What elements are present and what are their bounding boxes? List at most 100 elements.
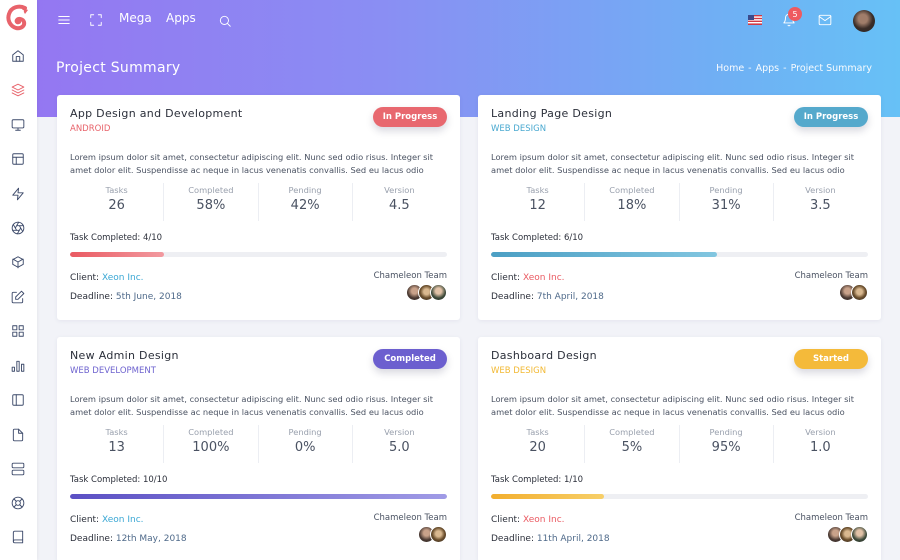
progress-fill: [491, 494, 605, 499]
stat-completed: Completed 100%: [163, 425, 257, 463]
stat-completed: Completed 18%: [584, 183, 678, 221]
sidebar-item-box[interactable]: [9, 253, 27, 271]
deadline-info: Deadline: 11th April, 2018: [491, 534, 610, 544]
team-member-avatar[interactable]: [851, 526, 868, 543]
client-link[interactable]: Xeon Inc.: [102, 273, 144, 283]
deadline-label: Deadline:: [70, 534, 113, 544]
client-info: Client: Xeon Inc.: [491, 273, 565, 283]
stat-label: Version: [805, 427, 836, 437]
client-link[interactable]: Xeon Inc.: [102, 515, 144, 525]
task-completed-label: Task Completed: 1/10: [491, 475, 584, 485]
project-description: Lorem ipsum dolor sit amet, consectetur …: [70, 152, 434, 175]
deadline-value: 12th May, 2018: [115, 534, 187, 544]
chameleon-logo[interactable]: [5, 4, 31, 32]
us-flag-icon[interactable]: [748, 15, 762, 25]
team-member-avatar[interactable]: [851, 284, 868, 301]
task-progress-bar: [70, 494, 447, 499]
fullscreen-icon: [90, 14, 102, 26]
project-description: Lorem ipsum dolor sit amet, consectetur …: [491, 152, 855, 175]
project-stats: Tasks 12 Completed 18% Pending 31% Versi…: [491, 183, 867, 221]
team-member-avatar[interactable]: [430, 526, 447, 543]
sidebar-item-book[interactable]: [9, 528, 27, 546]
stat-pending: Pending 31%: [678, 183, 773, 221]
sidebar-item-zap[interactable]: [9, 185, 27, 203]
sidebar-item-file[interactable]: [9, 426, 27, 444]
sidebar-item-sidebar[interactable]: [9, 391, 27, 409]
stat-value: 1.0: [810, 440, 831, 455]
project-title[interactable]: Dashboard Design: [491, 349, 597, 362]
stat-tasks: Tasks 12: [491, 183, 584, 221]
stat-version: Version 3.5: [772, 183, 867, 221]
sidebar-item-edit[interactable]: [9, 288, 27, 306]
stat-tasks: Tasks 26: [70, 183, 163, 221]
stat-value: 100%: [192, 440, 230, 455]
team-avatars: [406, 284, 447, 301]
menu-toggle-button[interactable]: [56, 12, 72, 28]
stat-value: 0%: [294, 440, 316, 455]
sidebar-item-layout[interactable]: [9, 150, 27, 168]
nav-link-apps[interactable]: Apps: [166, 11, 196, 25]
client-info: Client: Xeon Inc.: [70, 515, 144, 525]
book-icon: [12, 530, 24, 544]
project-status-badge[interactable]: In Progress: [373, 107, 447, 127]
sidebar-item-support[interactable]: [9, 494, 27, 512]
team-name: Chameleon Team: [794, 271, 868, 281]
project-title[interactable]: Landing Page Design: [491, 107, 612, 120]
stat-pending: Pending 0%: [257, 425, 352, 463]
stat-pending: Pending 42%: [257, 183, 352, 221]
project-status-badge[interactable]: Started: [794, 349, 868, 369]
stat-version: Version 1.0: [772, 425, 867, 463]
team-avatars: [827, 526, 868, 543]
deadline-value: 11th April, 2018: [536, 534, 610, 544]
task-completed-label: Task Completed: 10/10: [70, 475, 168, 485]
client-label: Client:: [491, 515, 521, 525]
stat-label: Pending: [709, 427, 743, 437]
search-button[interactable]: [217, 13, 233, 29]
project-title[interactable]: New Admin Design: [70, 349, 179, 362]
sidebar-item-aperture[interactable]: [9, 219, 27, 237]
deadline-info: Deadline: 12th May, 2018: [70, 534, 187, 544]
stat-value: 58%: [196, 198, 226, 213]
stat-label: Tasks: [105, 185, 128, 195]
sidebar-item-layers[interactable]: [9, 81, 27, 99]
stat-label: Tasks: [526, 427, 549, 437]
project-status-badge[interactable]: In Progress: [794, 107, 868, 127]
breadcrumb-home[interactable]: Home: [716, 63, 744, 74]
project-card: App Design and Development ANDROID In Pr…: [57, 95, 460, 320]
sidebar-item-monitor[interactable]: [9, 116, 27, 134]
task-progress-bar: [70, 252, 447, 257]
deadline-value: 7th April, 2018: [536, 292, 604, 302]
project-stats: Tasks 13 Completed 100% Pending 0% Versi…: [70, 425, 446, 463]
project-status-badge[interactable]: Completed: [373, 349, 447, 369]
layout-icon: [12, 153, 24, 165]
stat-completed: Completed 58%: [163, 183, 257, 221]
deadline-label: Deadline:: [70, 292, 113, 302]
client-link[interactable]: Xeon Inc.: [523, 515, 565, 525]
stat-label: Pending: [709, 185, 743, 195]
stat-value: 5%: [621, 440, 643, 455]
fullscreen-button[interactable]: [88, 12, 104, 28]
stat-label: Completed: [188, 185, 234, 195]
project-category: WEB DESIGN: [491, 124, 547, 134]
nav-link-mega[interactable]: Mega: [119, 11, 152, 25]
sidebar-item-grid[interactable]: [9, 322, 27, 340]
project-title[interactable]: App Design and Development: [70, 107, 243, 120]
breadcrumb-apps[interactable]: Apps: [756, 63, 780, 74]
sidebar-item-charts[interactable]: [9, 357, 27, 375]
server-icon: [11, 462, 25, 476]
client-label: Client:: [70, 515, 100, 525]
messages-button[interactable]: [817, 12, 833, 28]
client-info: Client: Xeon Inc.: [491, 515, 565, 525]
sidebar-item-server[interactable]: [9, 460, 27, 478]
stat-value: 26: [108, 198, 125, 213]
sidebar-item-home[interactable]: [9, 47, 27, 65]
client-link[interactable]: Xeon Inc.: [523, 273, 565, 283]
stat-label: Version: [384, 427, 415, 437]
user-avatar[interactable]: [853, 10, 875, 32]
project-card: Dashboard Design WEB DESIGN Started Lore…: [478, 337, 881, 560]
life-buoy-icon: [11, 496, 25, 510]
team-member-avatar[interactable]: [430, 284, 447, 301]
deadline-label: Deadline:: [491, 292, 534, 302]
layers-icon: [11, 83, 25, 97]
sidebar-icon: [12, 394, 24, 406]
